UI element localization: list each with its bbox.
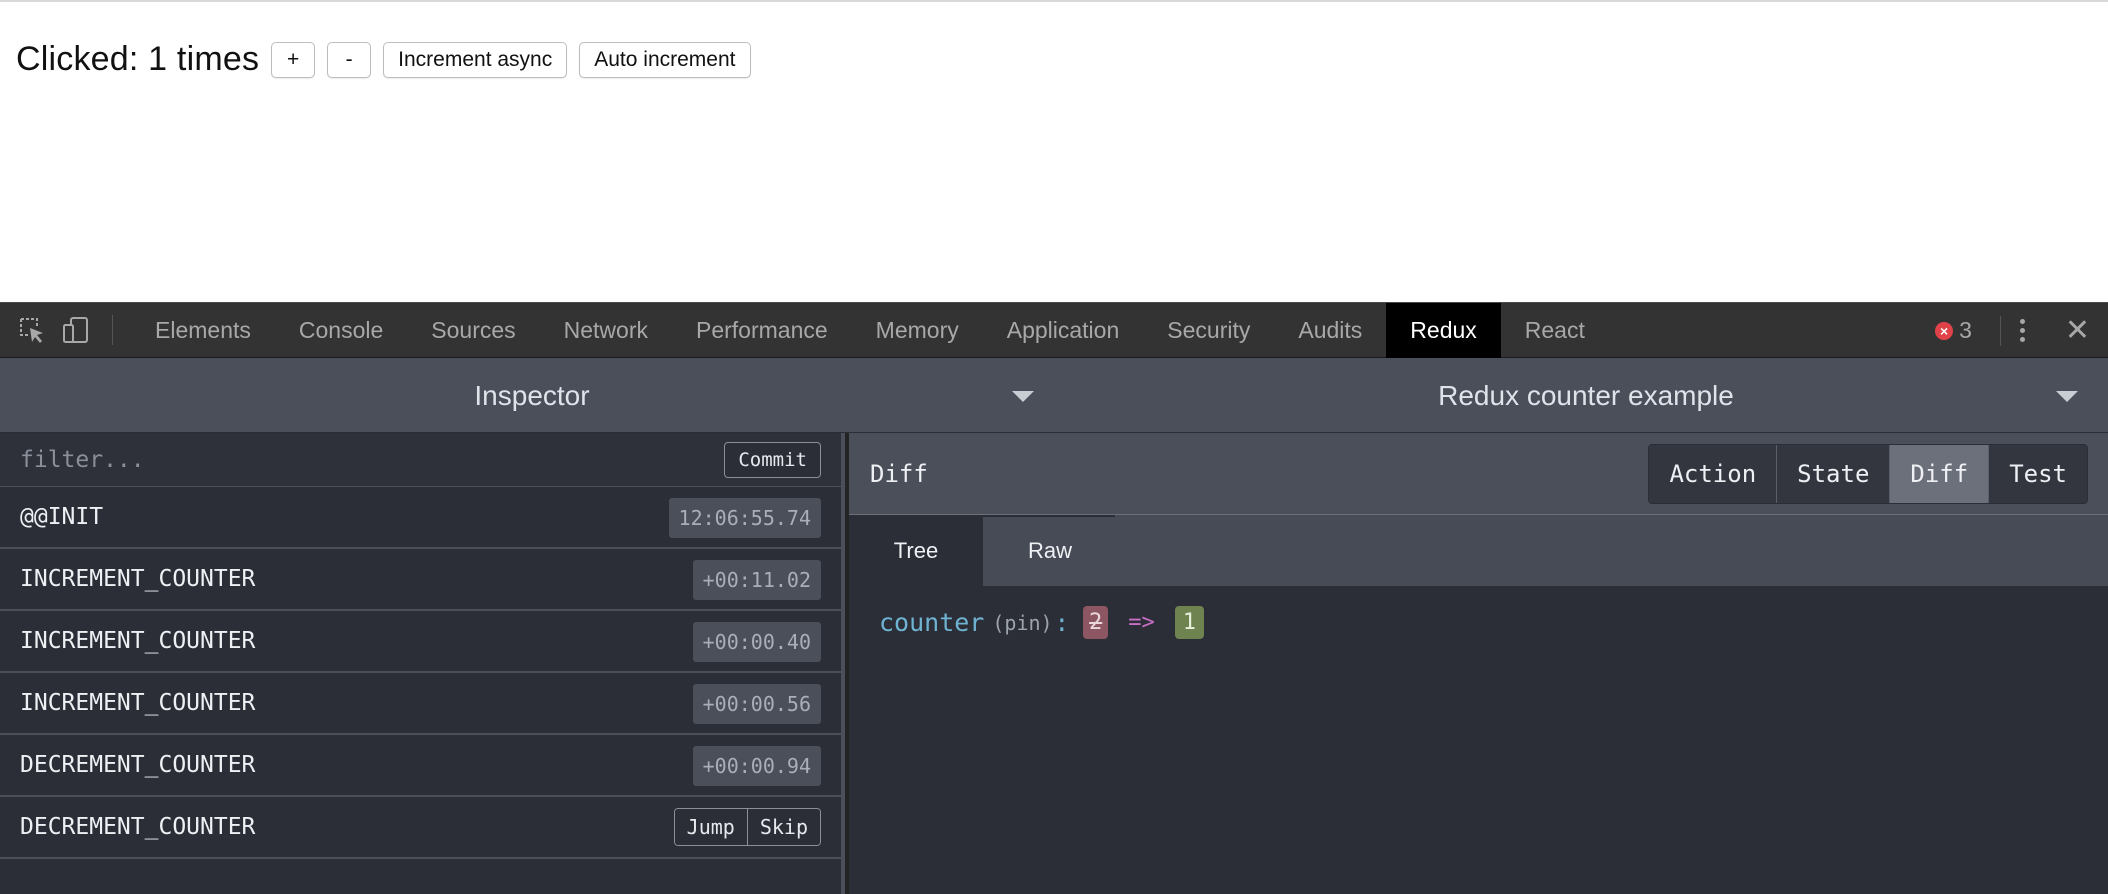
tab-elements[interactable]: Elements	[131, 303, 275, 358]
action-timestamp: +00:11.02	[692, 560, 821, 600]
redux-header: Inspector Redux counter example	[0, 358, 2108, 433]
tab-react[interactable]: React	[1501, 303, 1609, 358]
new-value: 1	[1174, 606, 1205, 639]
devtools-panel: Elements Console Sources Network Perform…	[0, 302, 2108, 894]
filter-bar: Commit	[0, 433, 841, 487]
devtools-toolbar: Elements Console Sources Network Perform…	[0, 302, 2108, 358]
action-name: INCREMENT_COUNTER	[20, 566, 256, 592]
action-name: DECREMENT_COUNTER	[20, 814, 256, 840]
chevron-down-icon[interactable]	[1012, 391, 1034, 402]
tab-diff[interactable]: Diff	[1889, 445, 1989, 503]
tab-tree[interactable]: Tree	[849, 515, 983, 586]
more-options-icon[interactable]	[2017, 319, 2029, 342]
inspect-element-icon[interactable]	[12, 310, 52, 350]
app-viewport: Clicked: 1 times + - Increment async Aut…	[0, 0, 2108, 302]
monitor-selector[interactable]: Inspector	[0, 358, 1064, 433]
action-timestamp: +00:00.40	[692, 622, 821, 662]
diff-arrow: =>	[1128, 610, 1155, 635]
action-name: DECREMENT_COUNTER	[20, 752, 256, 778]
counter-row: Clicked: 1 times + - Increment async Aut…	[16, 40, 763, 79]
list-item[interactable]: DECREMENT_COUNTER +00:00.94	[0, 735, 841, 797]
click-count-text: Clicked: 1 times	[16, 40, 260, 78]
tab-state[interactable]: State	[1776, 445, 1890, 503]
diff-tree: counter (pin) : 2 => 1	[849, 586, 2108, 659]
toolbar-divider-right	[1999, 315, 2001, 346]
decrement-button[interactable]: -	[327, 41, 372, 78]
tab-raw[interactable]: Raw	[983, 515, 1117, 586]
skip-button[interactable]: Skip	[746, 809, 820, 845]
toolbar-divider	[112, 315, 113, 345]
action-name: @@INIT	[20, 504, 104, 530]
diff-entry: counter (pin) : 2 => 1	[879, 606, 2078, 639]
instance-selector[interactable]: Redux counter example	[1064, 358, 2108, 433]
error-icon[interactable]: ×	[1935, 321, 1954, 340]
increment-button[interactable]: +	[271, 41, 316, 78]
subtab-divider	[983, 515, 1115, 517]
increment-async-button[interactable]: Increment async	[383, 41, 568, 78]
tab-console[interactable]: Console	[275, 303, 407, 358]
error-count[interactable]: 3	[1959, 317, 1972, 344]
action-timestamp: +00:00.56	[692, 684, 821, 724]
tab-network[interactable]: Network	[540, 303, 672, 358]
action-timestamp: +00:00.94	[692, 746, 821, 786]
tab-performance[interactable]: Performance	[672, 303, 852, 358]
detail-pane: Diff Action State Diff Test Tree Raw cou…	[849, 433, 2108, 894]
detail-title: Diff	[870, 460, 928, 488]
commit-button[interactable]: Commit	[724, 442, 821, 478]
device-toolbar-icon[interactable]	[56, 310, 96, 350]
list-item[interactable]: INCREMENT_COUNTER +00:00.40	[0, 611, 841, 673]
filter-input[interactable]	[20, 443, 700, 477]
old-value: 2	[1083, 606, 1109, 639]
tab-test[interactable]: Test	[1988, 445, 2087, 503]
tab-sources[interactable]: Sources	[407, 303, 539, 358]
tab-action[interactable]: Action	[1649, 445, 1777, 503]
action-list-pane: Commit @@INIT 12:06:55.74 INCREMENT_COUN…	[0, 433, 845, 894]
toolbar-right: × 3 ✕	[1935, 303, 2108, 358]
diff-colon: :	[1054, 608, 1070, 637]
list-item[interactable]: @@INIT 12:06:55.74	[0, 487, 841, 549]
mode-tabs: Action State Diff Test	[1648, 444, 2088, 504]
tab-application[interactable]: Application	[983, 303, 1144, 358]
tab-memory[interactable]: Memory	[852, 303, 983, 358]
tab-audits[interactable]: Audits	[1274, 303, 1386, 358]
action-timestamp: 12:06:55.74	[668, 498, 821, 538]
jump-skip-group: Jump Skip	[673, 808, 821, 846]
action-name: INCREMENT_COUNTER	[20, 690, 256, 716]
tab-redux[interactable]: Redux	[1386, 302, 1501, 358]
close-icon[interactable]: ✕	[2065, 315, 2090, 346]
diff-key[interactable]: counter	[879, 608, 984, 637]
pin-link[interactable]: (pin)	[992, 611, 1052, 635]
view-subtabs: Tree Raw	[849, 515, 2108, 586]
action-name: INCREMENT_COUNTER	[20, 628, 256, 654]
list-item[interactable]: DECREMENT_COUNTER Jump Skip	[0, 797, 841, 859]
chevron-down-icon[interactable]	[2056, 391, 2078, 402]
list-item[interactable]: INCREMENT_COUNTER +00:00.56	[0, 673, 841, 735]
jump-button[interactable]: Jump	[674, 809, 747, 845]
list-item[interactable]: INCREMENT_COUNTER +00:11.02	[0, 549, 841, 611]
auto-increment-button[interactable]: Auto increment	[579, 41, 751, 78]
detail-header: Diff Action State Diff Test	[849, 433, 2108, 515]
tab-security[interactable]: Security	[1143, 303, 1274, 358]
